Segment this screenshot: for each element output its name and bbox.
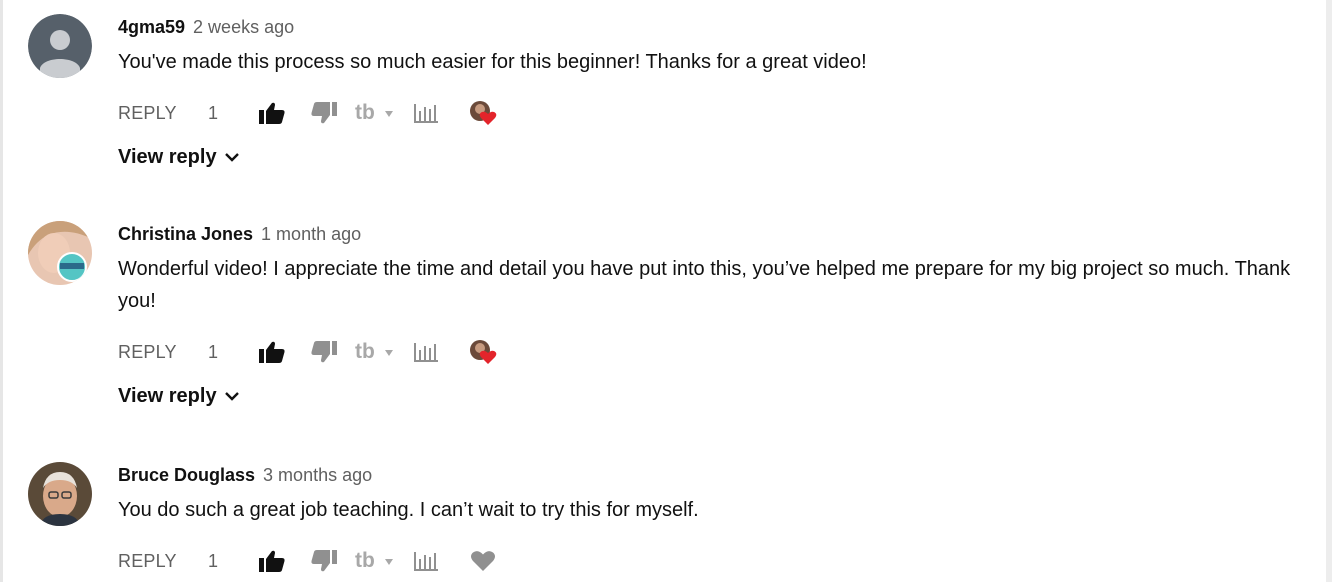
like-count: 1	[208, 103, 219, 123]
comment-body: Christina Jones 1 month ago Wonderful vid…	[118, 221, 1308, 411]
comment-time[interactable]: 3 months ago	[263, 465, 372, 485]
bar-chart-icon[interactable]	[412, 335, 440, 369]
thumbs-up-icon[interactable]	[258, 544, 286, 578]
comment-actions: REPLY 1 tb	[118, 96, 1308, 130]
svg-text:tb: tb	[355, 341, 375, 363]
comment-meta: Christina Jones 1 month ago	[118, 221, 1308, 247]
comment-text: Wonderful video! I appreciate the time a…	[118, 258, 1291, 312]
like-count: 1	[208, 342, 219, 362]
tubebuddy-icon[interactable]: tb	[354, 544, 396, 578]
comment-meta: Bruce Douglass 3 months ago	[118, 462, 1308, 488]
reply-button[interactable]: REPLY	[118, 96, 177, 130]
frame-border-right	[1326, 0, 1332, 582]
comment-meta: 4gma59 2 weeks ago	[118, 14, 1308, 40]
photo-avatar	[28, 462, 92, 526]
like-count: 1	[208, 551, 219, 571]
comment-time[interactable]: 1 month ago	[261, 224, 361, 244]
tubebuddy-icon[interactable]: tb	[354, 335, 396, 369]
reply-button[interactable]: REPLY	[118, 544, 177, 578]
comment-time[interactable]: 2 weeks ago	[193, 17, 294, 37]
svg-text:tb: tb	[355, 550, 375, 572]
comment-author[interactable]: Christina Jones	[118, 224, 253, 244]
svg-text:tb: tb	[355, 102, 375, 124]
avatar[interactable]	[28, 14, 92, 78]
thumbs-down-icon[interactable]	[310, 544, 338, 578]
creator-heart-icon[interactable]	[468, 96, 498, 130]
view-reply-button[interactable]: View reply	[118, 142, 239, 172]
comment-body: Bruce Douglass 3 months ago You do such a…	[118, 462, 1308, 578]
comment-actions: REPLY 1 tb	[118, 544, 1308, 578]
comment-text: You do such a great job teaching. I can’…	[118, 499, 699, 521]
chevron-down-icon	[224, 392, 239, 401]
avatar[interactable]	[28, 462, 92, 526]
comment-body: 4gma59 2 weeks ago You've made this proce…	[118, 14, 1308, 172]
reply-button[interactable]: REPLY	[118, 335, 177, 369]
photo-avatar	[28, 221, 92, 285]
bar-chart-icon[interactable]	[412, 96, 440, 130]
tubebuddy-icon[interactable]: tb	[354, 96, 396, 130]
comment-author[interactable]: Bruce Douglass	[118, 465, 255, 485]
thumbs-up-icon[interactable]	[258, 335, 286, 369]
avatar[interactable]	[28, 221, 92, 285]
comment-thread: Christina Jones 1 month ago Wonderful vid…	[0, 221, 1320, 435]
comment-text: You've made this process so much easier …	[118, 51, 867, 73]
heart-icon[interactable]	[468, 544, 498, 578]
creator-heart-icon[interactable]	[468, 335, 498, 369]
comment-thread: Bruce Douglass 3 months ago You do such a…	[0, 462, 1320, 582]
view-reply-button[interactable]: View reply	[118, 381, 239, 411]
comment-actions: REPLY 1 tb	[118, 335, 1308, 369]
thumbs-down-icon[interactable]	[310, 335, 338, 369]
comment-author[interactable]: 4gma59	[118, 17, 185, 37]
view-reply-label: View reply	[118, 385, 217, 407]
thumbs-up-icon[interactable]	[258, 96, 286, 130]
default-user-avatar	[28, 14, 92, 78]
bar-chart-icon[interactable]	[412, 544, 440, 578]
chevron-down-icon	[224, 153, 239, 162]
thumbs-down-icon[interactable]	[310, 96, 338, 130]
view-reply-label: View reply	[118, 146, 217, 168]
comment-thread: 4gma59 2 weeks ago You've made this proce…	[0, 14, 1320, 194]
